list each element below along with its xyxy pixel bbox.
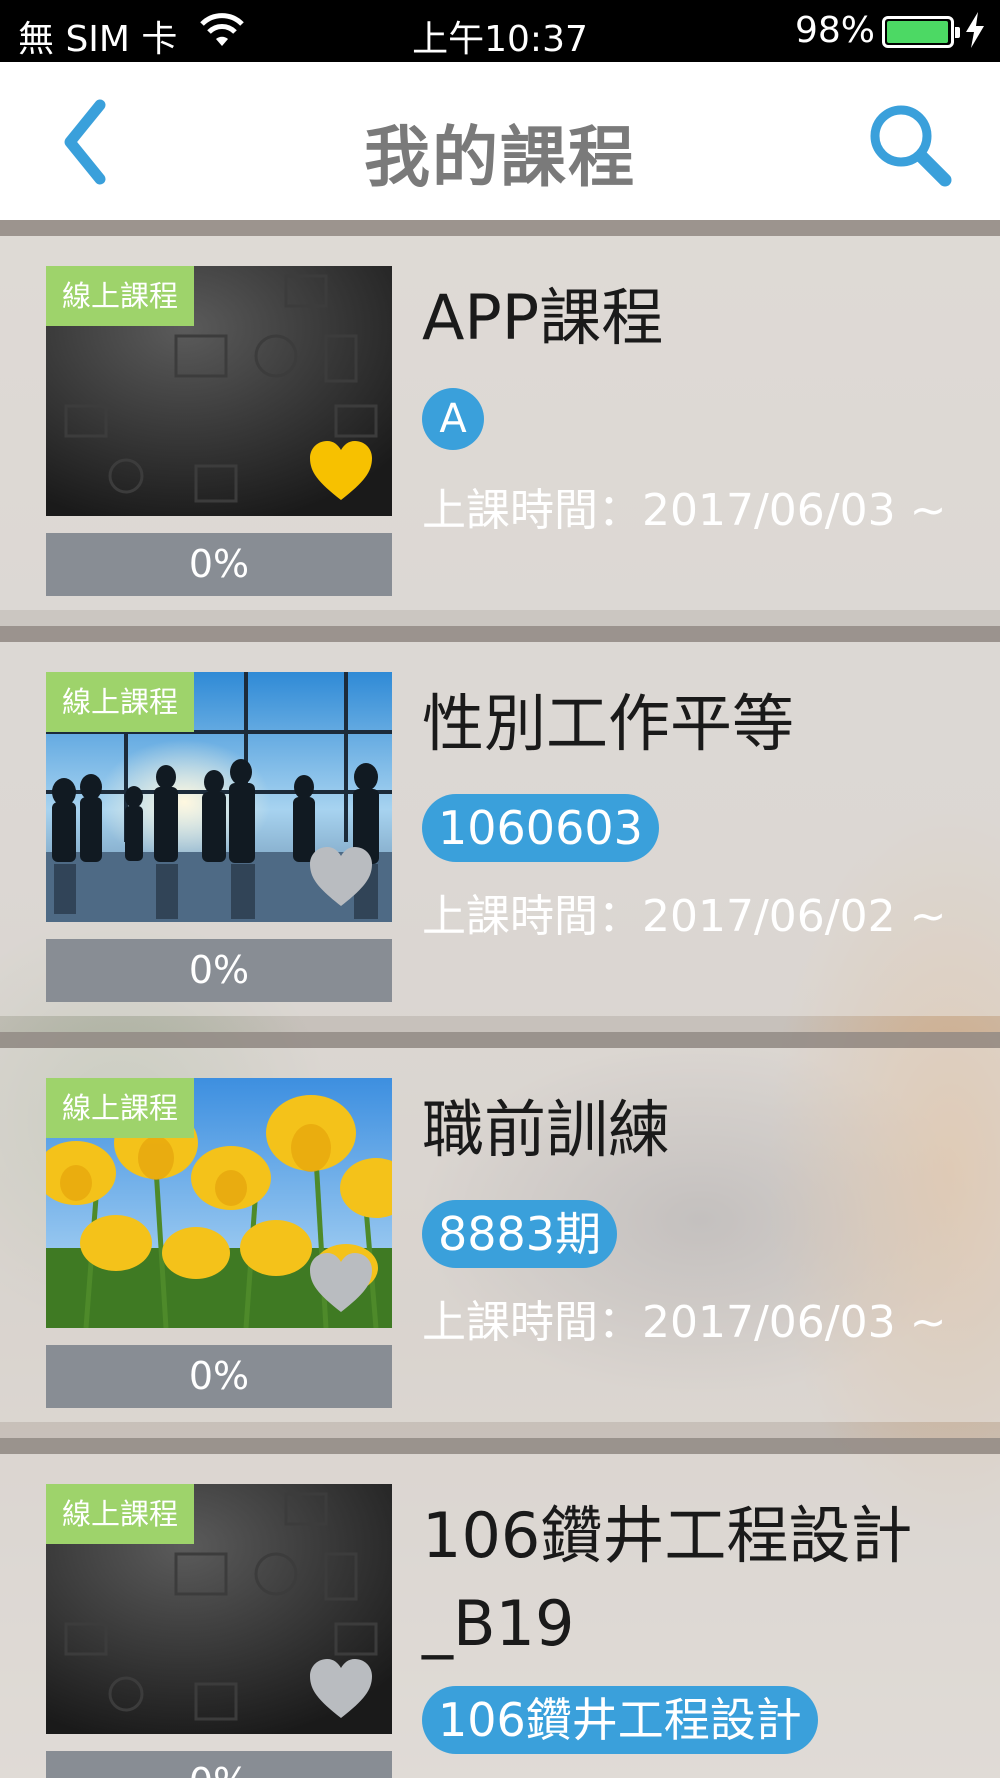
status-bar: 無 SIM 卡 上午10:37 98% <box>0 0 1000 62</box>
favorite-heart-icon[interactable] <box>308 844 374 910</box>
course-title[interactable]: 職前訓練 <box>422 1086 982 1174</box>
course-title[interactable]: 106鑽井工程設計_B19 <box>422 1492 962 1668</box>
course-card[interactable]: 線上課程 0% 性別工作平等 1060603 上課時間：2017/06/02 ~ <box>0 626 1000 1016</box>
battery-fill <box>887 21 948 43</box>
course-thumbnail: 線上課程 <box>46 266 392 516</box>
progress-bar: 0% <box>46 533 392 596</box>
battery-percent: 98% <box>795 10 876 51</box>
online-course-tag: 線上課程 <box>46 672 195 732</box>
search-icon[interactable] <box>865 100 955 190</box>
progress-bar: 0% <box>46 939 392 1002</box>
course-card[interactable]: 線上課程 0% 106鑽井工程設計_B19 106鑽井工程設計 <box>0 1438 1000 1778</box>
course-card[interactable]: 線上課程 0% APP課程 A 上課時間：2017/06/03 ~ <box>0 220 1000 610</box>
course-class-badge: 1060603 <box>422 794 659 862</box>
course-class-badge: 8883期 <box>422 1200 618 1268</box>
favorite-heart-icon[interactable] <box>308 1250 374 1316</box>
battery-icon <box>882 16 960 48</box>
navigation-bar: 我的課程 <box>0 62 1000 220</box>
page-title: 我的課程 <box>364 119 636 196</box>
course-title[interactable]: APP課程 <box>422 274 982 362</box>
online-course-tag: 線上課程 <box>46 1484 195 1544</box>
course-thumbnail: 線上課程 <box>46 1484 392 1734</box>
progress-bar: 0% <box>46 1751 392 1778</box>
course-card[interactable]: 線上課程 0% 職前訓練 8883期 上課時間：2017/06/03 ~ <box>0 1032 1000 1422</box>
course-time: 上課時間：2017/06/03 ~ <box>422 1297 947 1348</box>
course-thumbnail: 線上課程 <box>46 1078 392 1328</box>
charging-icon <box>966 12 984 48</box>
course-thumbnail: 線上課程 <box>46 672 392 922</box>
course-time: 上課時間：2017/06/02 ~ <box>422 891 947 942</box>
progress-bar: 0% <box>46 1345 392 1408</box>
course-title[interactable]: 性別工作平等 <box>422 680 982 768</box>
favorite-heart-icon[interactable] <box>308 438 374 504</box>
online-course-tag: 線上課程 <box>46 266 195 326</box>
favorite-heart-icon[interactable] <box>308 1656 374 1722</box>
course-time: 上課時間：2017/06/03 ~ <box>422 485 947 536</box>
course-class-badge: 106鑽井工程設計 <box>422 1686 818 1754</box>
course-class-badge: A <box>422 388 484 450</box>
online-course-tag: 線上課程 <box>46 1078 195 1138</box>
